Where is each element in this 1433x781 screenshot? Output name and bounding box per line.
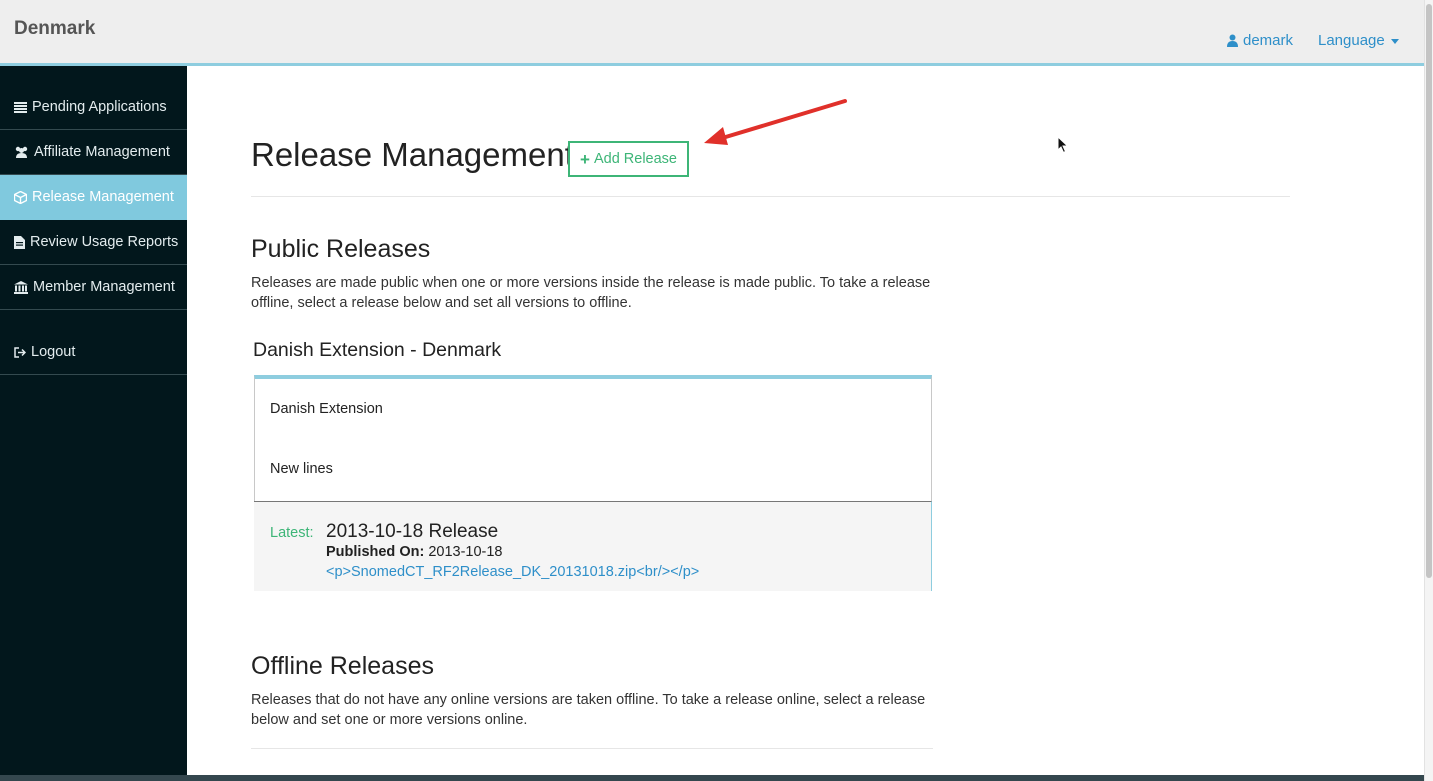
release-card-footer: Latest: 2013-10-18 Release Published On:… — [254, 501, 932, 591]
published-value: 2013-10-18 — [428, 544, 503, 560]
bank-icon — [14, 280, 28, 294]
sidebar-item-label: Member Management — [33, 279, 175, 295]
user-menu[interactable]: demark — [1227, 32, 1293, 49]
sidebar: Pending Applications Affiliate Managemen… — [0, 66, 187, 781]
mouse-cursor-icon — [1057, 136, 1069, 154]
release-name[interactable]: Danish Extension - Denmark — [253, 339, 501, 362]
scrollbar-thumb[interactable] — [1426, 4, 1432, 578]
published-label: Published On: — [326, 544, 425, 560]
published-date: Published On: 2013-10-18 — [326, 544, 502, 560]
sidebar-item-pending-applications[interactable]: Pending Applications — [0, 85, 187, 130]
language-label: Language — [1318, 32, 1385, 49]
users-icon — [15, 146, 28, 158]
sidebar-item-affiliate-management[interactable]: Affiliate Management — [0, 130, 187, 175]
release-description-line: New lines — [270, 461, 333, 477]
sidebar-item-label: Review Usage Reports — [30, 234, 179, 250]
public-releases-description: Releases are made public when one or mor… — [251, 275, 931, 311]
logout-label: Logout — [31, 344, 76, 360]
cube-icon — [14, 190, 27, 204]
sidebar-item-label: Release Management — [32, 189, 174, 205]
add-release-button[interactable]: + Add Release — [568, 141, 689, 177]
logout-icon — [14, 346, 26, 358]
language-dropdown[interactable]: Language — [1318, 32, 1399, 49]
add-release-label: Add Release — [593, 151, 677, 167]
user-icon — [1227, 34, 1238, 47]
sidebar-item-review-usage-reports[interactable]: Review Usage Reports — [0, 220, 187, 265]
sidebar-item-member-management[interactable]: Member Management — [0, 265, 187, 310]
release-card[interactable]: Danish Extension New lines Latest: 2013-… — [254, 375, 932, 591]
document-icon — [14, 235, 25, 249]
vertical-scrollbar[interactable] — [1424, 0, 1433, 781]
brand-title[interactable]: Denmark — [14, 18, 95, 40]
public-releases-title: Public Releases — [251, 235, 431, 263]
sidebar-item-label: Affiliate Management — [34, 144, 170, 160]
section-divider — [251, 748, 933, 749]
latest-label: Latest: — [270, 525, 314, 541]
sidebar-item-release-management[interactable]: Release Management — [0, 175, 187, 220]
bottom-strip — [0, 775, 1424, 781]
sidebar-item-label: Pending Applications — [32, 99, 167, 115]
plus-icon: + — [580, 149, 590, 169]
main-content: Release Management + Add Release Public … — [187, 66, 1424, 775]
top-navbar: Denmark demark Language — [0, 0, 1424, 66]
red-arrow-annotation — [704, 99, 847, 145]
caret-down-icon — [1390, 39, 1399, 44]
title-divider — [251, 196, 1290, 197]
logout-link[interactable]: Logout — [0, 330, 187, 375]
release-description-line: Danish Extension — [270, 401, 383, 417]
release-card-body: Danish Extension New lines — [255, 379, 931, 501]
user-name: demark — [1243, 32, 1294, 49]
list-icon — [14, 101, 27, 113]
version-title[interactable]: 2013-10-18 Release — [326, 521, 498, 543]
offline-releases-title: Offline Releases — [251, 652, 434, 680]
offline-releases-description: Releases that do not have any online ver… — [251, 692, 926, 728]
page-title: Release Management — [251, 136, 574, 173]
release-file-link[interactable]: <p>SnomedCT_RF2Release_DK_20131018.zip<b… — [326, 564, 699, 580]
